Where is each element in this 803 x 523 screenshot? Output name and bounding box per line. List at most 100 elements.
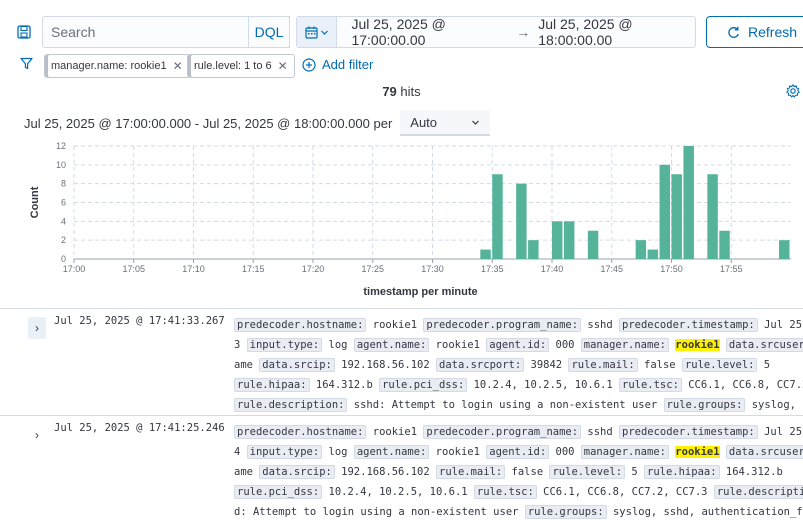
- field-value: sshd: Attempt to login using a non-exist…: [347, 399, 664, 411]
- histogram-bar: [563, 221, 575, 259]
- gear-icon[interactable]: [786, 84, 800, 98]
- field-name[interactable]: agent.name:: [353, 445, 430, 459]
- field-value: 3: [234, 339, 247, 351]
- document-row: › Jul 25, 2025 @ 17:41:33.267 predecoder…: [0, 308, 803, 414]
- field-value: 39842: [524, 359, 569, 371]
- field-name[interactable]: rule.hipaa:: [644, 465, 720, 479]
- histogram-bar: [552, 221, 563, 259]
- x-tick-label: 17:50: [660, 264, 683, 274]
- y-axis-title: Count: [29, 186, 41, 218]
- histogram-chart: 0 2 4 6 8 10 12 17:00 17:05 17:10 17:15 17:20 17:25 1…: [29, 141, 791, 298]
- field-value: 164.312.b: [719, 466, 783, 478]
- field-value: 192.168.56.102: [334, 359, 436, 371]
- field-value: syslog, sshd, authentication_fail: [606, 506, 803, 518]
- field-name[interactable]: data.srcuser:: [725, 338, 803, 352]
- save-icon: [17, 25, 31, 39]
- filter-pill-label: manager.name: rookie1: [51, 60, 167, 72]
- field-name[interactable]: rule.tsc:: [619, 378, 682, 392]
- quick-select-button[interactable]: [297, 17, 338, 47]
- hits-number: 79: [382, 84, 397, 99]
- field-name[interactable]: rule.level:: [681, 358, 758, 372]
- field-name[interactable]: data.srcip:: [259, 358, 335, 372]
- field-name[interactable]: agent.id:: [486, 338, 550, 352]
- field-name[interactable]: rule.tsc:: [473, 485, 537, 499]
- field-name[interactable]: predecoder.timestamp:: [619, 318, 758, 332]
- field-name[interactable]: rule.mail:: [436, 465, 506, 479]
- y-tick-label: 4: [61, 216, 66, 226]
- x-tick-label: 17:35: [481, 264, 504, 274]
- field-name[interactable]: data.srcuser:: [725, 445, 803, 459]
- source-line: ame data.srcip: 192.168.56.102 data.srcp…: [234, 355, 803, 375]
- chevron-down-icon: [472, 120, 480, 125]
- refresh-button[interactable]: Refresh: [706, 16, 803, 48]
- field-name[interactable]: rule.level:: [549, 465, 626, 479]
- field-name[interactable]: agent.id:: [486, 445, 550, 459]
- histogram-bar: [719, 230, 730, 259]
- field-name[interactable]: rule.groups:: [663, 398, 746, 412]
- y-tick-label: 6: [61, 198, 66, 208]
- chevron-right-icon: ›: [35, 428, 39, 442]
- field-value: sshd: [581, 426, 619, 438]
- filter-icon[interactable]: [20, 57, 33, 70]
- search-input[interactable]: [43, 17, 243, 47]
- chevron-down-icon: [320, 30, 328, 35]
- x-tick-label: 17:30: [421, 264, 444, 274]
- field-value: [720, 446, 726, 458]
- field-name[interactable]: predecoder.timestamp:: [619, 425, 758, 439]
- date-picker: Jul 25, 2025 @ 17:00:00.00 → Jul 25, 202…: [296, 16, 696, 48]
- field-name[interactable]: manager.name:: [580, 338, 669, 352]
- date-end[interactable]: Jul 25, 2025 @ 18:00:00.00: [538, 16, 695, 48]
- close-icon[interactable]: ✕: [278, 59, 288, 73]
- field-value: rookie1: [429, 339, 487, 351]
- field-name[interactable]: input.type:: [246, 338, 323, 352]
- field-name[interactable]: manager.name:: [580, 445, 669, 459]
- source-line: predecoder.hostname: rookie1 predecoder.…: [234, 422, 803, 442]
- field-value: syslog, ssh: [751, 399, 803, 411]
- field-name[interactable]: predecoder.program_name:: [423, 425, 582, 439]
- field-value: 5: [625, 466, 644, 478]
- field-name[interactable]: agent.name:: [353, 338, 430, 352]
- add-filter-button[interactable]: Add filter: [302, 57, 373, 72]
- field-value: log: [322, 446, 354, 458]
- y-tick-label: 10: [56, 160, 66, 170]
- expand-document-button[interactable]: ›: [28, 424, 46, 446]
- expand-document-button[interactable]: ›: [28, 317, 46, 339]
- field-name[interactable]: input.type:: [246, 445, 323, 459]
- field-value: 4: [234, 446, 247, 458]
- x-tick-label: 17:55: [720, 264, 743, 274]
- field-value: false: [505, 466, 550, 478]
- field-name[interactable]: predecoder.hostname:: [234, 425, 367, 439]
- field-name[interactable]: rule.description:: [234, 398, 348, 412]
- saved-query-button[interactable]: [12, 20, 36, 44]
- field-value: rookie1: [366, 319, 424, 331]
- date-start[interactable]: Jul 25, 2025 @ 17:00:00.00: [351, 16, 508, 48]
- source-line: rule.pci_dss: 10.2.4, 10.2.5, 10.6.1 rul…: [234, 482, 803, 502]
- x-tick-label: 17:00: [63, 264, 86, 274]
- add-filter-label: Add filter: [322, 57, 374, 72]
- filter-pill-rule-level[interactable]: rule.level: 1 to 6 ✕: [187, 54, 295, 78]
- filter-pill-manager-name[interactable]: manager.name: rookie1 ✕: [44, 54, 190, 78]
- field-value: log: [322, 339, 354, 351]
- field-name[interactable]: rule.pci_dss:: [379, 378, 468, 392]
- field-name[interactable]: data.srcip:: [259, 465, 335, 479]
- field-name[interactable]: data.srcport:: [436, 358, 525, 372]
- query-language-button[interactable]: DQL: [248, 16, 290, 48]
- x-tick-label: 17:10: [182, 264, 205, 274]
- field-name[interactable]: predecoder.program_name:: [423, 318, 582, 332]
- hits-count: 79 hits: [0, 84, 803, 99]
- plus-circle-icon: [302, 57, 316, 72]
- field-name[interactable]: rule.description: [713, 485, 803, 499]
- field-value: rookie1: [366, 426, 424, 438]
- field-value: 000: [549, 339, 581, 351]
- histogram-bar: [492, 174, 503, 259]
- interval-select[interactable]: Auto: [400, 110, 491, 136]
- field-name[interactable]: rule.hipaa:: [234, 378, 310, 392]
- field-name[interactable]: predecoder.hostname:: [234, 318, 367, 332]
- field-name[interactable]: rule.groups:: [524, 505, 607, 519]
- close-icon[interactable]: ✕: [173, 59, 183, 73]
- field-name[interactable]: rule.pci_dss:: [234, 485, 323, 499]
- field-name[interactable]: rule.mail:: [568, 358, 638, 372]
- filter-pill-label: rule.level: 1 to 6: [194, 60, 272, 72]
- field-value: ame: [234, 466, 260, 478]
- histogram-bar: [659, 164, 670, 259]
